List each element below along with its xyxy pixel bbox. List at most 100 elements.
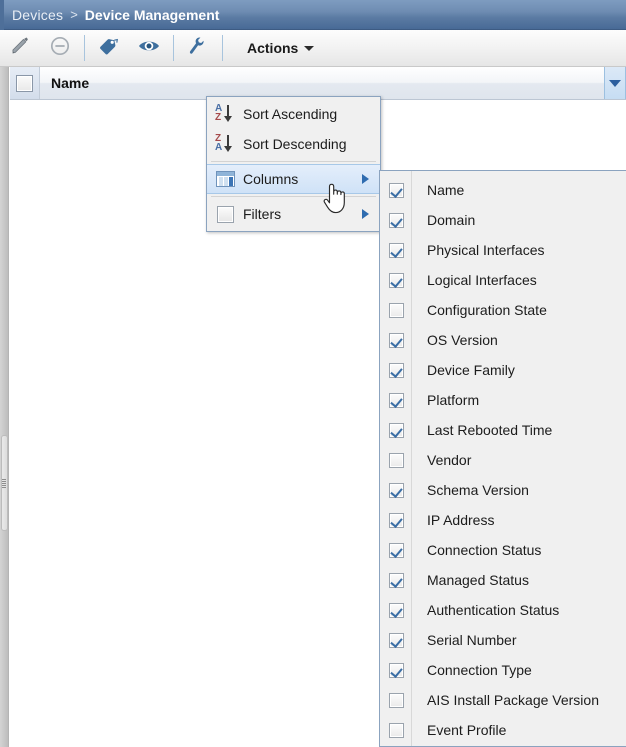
columns-submenu-item[interactable]: Domain (380, 205, 626, 235)
columns-submenu-item[interactable]: Configuration State (380, 295, 626, 325)
columns-submenu-item-label: OS Version (427, 332, 498, 348)
toolbar: Actions (0, 30, 626, 67)
columns-submenu-item[interactable]: Last Rebooted Time (380, 415, 626, 445)
column-visibility-checkbox[interactable] (389, 272, 404, 288)
columns-submenu-item-label: Device Family (427, 362, 515, 378)
columns-submenu-item[interactable]: Serial Number (380, 625, 626, 655)
columns-submenu-item[interactable]: Vendor (380, 445, 626, 475)
columns-submenu-item[interactable]: Platform (380, 385, 626, 415)
column-visibility-checkbox[interactable] (389, 182, 404, 198)
columns-submenu-item-label: Serial Number (427, 632, 517, 648)
column-visibility-checkbox[interactable] (389, 542, 404, 558)
column-visibility-checkbox[interactable] (389, 212, 404, 228)
splitter-grip-icon (2, 479, 6, 488)
column-visibility-checkbox[interactable] (389, 572, 404, 588)
pencil-icon (9, 35, 31, 62)
menu-item-sort-descending[interactable]: Z A Sort Descending (207, 129, 380, 159)
menu-item-filters[interactable]: Filters (207, 199, 380, 229)
column-visibility-checkbox[interactable] (389, 662, 404, 678)
chevron-right-icon (362, 209, 369, 219)
menu-divider (211, 161, 376, 162)
chevron-down-icon (609, 79, 621, 87)
view-button[interactable] (129, 32, 169, 64)
columns-submenu-item[interactable]: Physical Interfaces (380, 235, 626, 265)
actions-menu-button[interactable]: Actions (241, 36, 320, 60)
columns-submenu-item[interactable]: Device Family (380, 355, 626, 385)
minus-circle-icon (49, 35, 71, 62)
column-header-dropdown-button[interactable] (604, 67, 626, 99)
filters-icon (207, 205, 243, 223)
delete-button[interactable] (40, 32, 80, 64)
columns-checkbox-list: Name Domain Physical Interfaces Logical Int… (380, 175, 626, 745)
column-visibility-checkbox[interactable] (389, 632, 404, 648)
menu-item-sort-ascending[interactable]: A Z Sort Ascending (207, 99, 380, 129)
columns-submenu-item[interactable]: Schema Version (380, 475, 626, 505)
select-all-checkbox-cell[interactable] (10, 67, 40, 99)
chevron-down-icon (304, 45, 315, 51)
columns-submenu-item[interactable]: Name (380, 175, 626, 205)
columns-submenu: Name Domain Physical Interfaces Logical Int… (379, 170, 626, 747)
columns-submenu-item[interactable]: Logical Interfaces (380, 265, 626, 295)
columns-submenu-item[interactable]: Connection Status (380, 535, 626, 565)
menu-item-label: Filters (243, 206, 282, 222)
toolbar-separator-2 (173, 35, 174, 61)
menu-item-columns[interactable]: Columns (207, 164, 380, 194)
columns-submenu-item[interactable]: IP Address (380, 505, 626, 535)
columns-submenu-item[interactable]: Authentication Status (380, 595, 626, 625)
column-visibility-checkbox[interactable] (389, 692, 404, 708)
columns-submenu-item[interactable]: OS Version (380, 325, 626, 355)
breadcrumb-bar: Devices > Device Management (0, 0, 626, 30)
columns-submenu-item[interactable]: Managed Status (380, 565, 626, 595)
columns-submenu-item-label: Connection Type (427, 662, 532, 678)
sort-desc-bottom-letter: A (215, 142, 223, 153)
menu-item-label: Sort Ascending (243, 106, 338, 122)
menu-item-label: Columns (243, 171, 299, 187)
breadcrumb-separator: > (70, 7, 78, 22)
columns-submenu-item-label: Managed Status (427, 572, 529, 588)
panel-splitter[interactable] (0, 67, 9, 747)
actions-label: Actions (247, 40, 299, 56)
sort-ascending-icon: A Z (207, 104, 243, 124)
columns-submenu-item[interactable]: Event Profile (380, 715, 626, 745)
configure-button[interactable] (178, 32, 218, 64)
column-visibility-checkbox[interactable] (389, 362, 404, 378)
breadcrumb-accent (0, 0, 4, 30)
columns-submenu-item-label: Platform (427, 392, 480, 408)
columns-submenu-item[interactable]: AIS Install Package Version (380, 685, 626, 715)
column-header-name[interactable]: Name (40, 75, 604, 91)
columns-submenu-item-label: IP Address (427, 512, 495, 528)
column-visibility-checkbox[interactable] (389, 482, 404, 498)
columns-submenu-item-label: Last Rebooted Time (427, 422, 553, 438)
column-visibility-checkbox[interactable] (389, 722, 404, 738)
columns-submenu-item-label: Event Profile (427, 722, 507, 738)
columns-icon (207, 171, 243, 187)
tag-button[interactable] (89, 32, 129, 64)
columns-submenu-item-label: Schema Version (427, 482, 529, 498)
wrench-icon (187, 35, 209, 62)
page-title: Device Management (84, 6, 220, 23)
edit-button[interactable] (0, 32, 40, 64)
column-visibility-checkbox[interactable] (389, 452, 404, 468)
chevron-right-icon (362, 174, 369, 184)
column-visibility-checkbox[interactable] (389, 512, 404, 528)
column-visibility-checkbox[interactable] (389, 422, 404, 438)
column-visibility-checkbox[interactable] (389, 302, 404, 318)
column-visibility-checkbox[interactable] (389, 242, 404, 258)
menu-item-label: Sort Descending (243, 136, 347, 152)
columns-submenu-item-label: Domain (427, 212, 476, 228)
columns-submenu-item-label: Name (427, 182, 465, 198)
columns-submenu-item-label: Vendor (427, 452, 472, 468)
column-visibility-checkbox[interactable] (389, 602, 404, 618)
column-visibility-checkbox[interactable] (389, 332, 404, 348)
select-all-checkbox[interactable] (16, 74, 33, 92)
sort-descending-icon: Z A (207, 134, 243, 154)
columns-submenu-item-label: Configuration State (427, 302, 547, 318)
sort-asc-bottom-letter: Z (215, 112, 222, 123)
columns-submenu-item[interactable]: Connection Type (380, 655, 626, 685)
column-visibility-checkbox[interactable] (389, 392, 404, 408)
menu-divider (211, 196, 376, 197)
columns-submenu-item-label: Connection Status (427, 542, 542, 558)
breadcrumb-parent-link[interactable]: Devices (12, 7, 63, 23)
column-header-context-menu: A Z Sort Ascending Z A Sort Descending C… (206, 96, 381, 232)
toolbar-separator-1 (84, 35, 85, 61)
